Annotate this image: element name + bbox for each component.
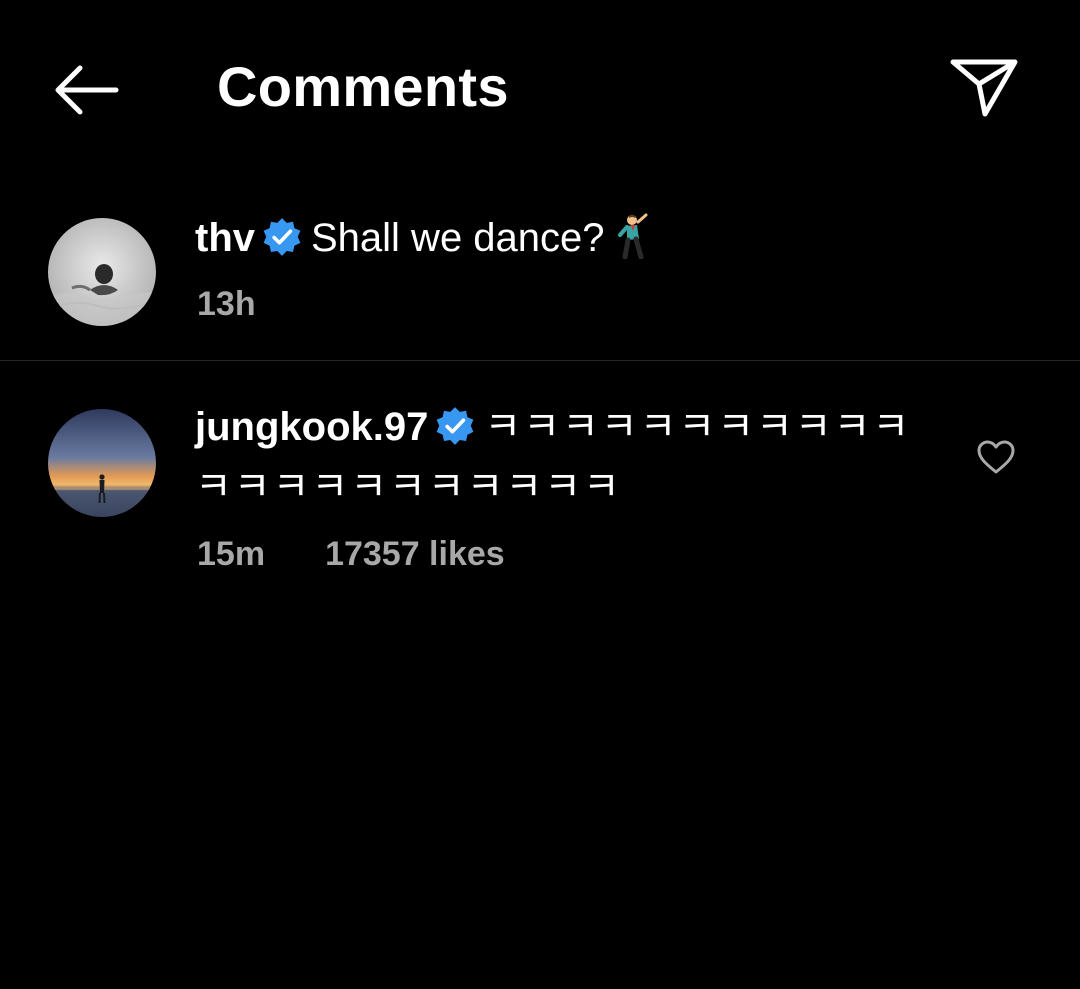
comment-time: 15m [197,535,266,573]
paper-plane-icon [950,59,1018,117]
comment-text-line-2: ㅋㅋㅋㅋㅋㅋㅋㅋㅋㅋㅋ [195,465,622,509]
caption-username[interactable]: thv [195,216,255,260]
caption-time: 13h [197,285,256,323]
caption-meta: 13h [197,282,256,326]
divider [0,360,1080,361]
comment-row: jungkook.97 ㅋㅋㅋㅋㅋㅋㅋㅋㅋㅋㅋ ㅋㅋㅋㅋㅋㅋㅋㅋㅋㅋㅋ 15m 1… [0,385,1080,605]
caption-row: thv Shall we dance? 13h [0,190,1080,360]
avatar[interactable] [48,218,156,326]
comment-line-2: ㅋㅋㅋㅋㅋㅋㅋㅋㅋㅋㅋ [195,461,622,513]
profile-photo-swimmer [48,218,156,326]
comment-username[interactable]: jungkook.97 [195,405,428,449]
caption-line: thv Shall we dance? [195,212,651,264]
avatar[interactable] [48,409,156,517]
comment-text-line-1: ㅋㅋㅋㅋㅋㅋㅋㅋㅋㅋㅋ [484,405,912,449]
page-title: Comments [217,55,509,118]
arrow-left-icon [55,65,119,115]
man-dancing-emoji [617,213,648,260]
caption-text: Shall we dance? [311,216,605,260]
back-button[interactable] [40,55,130,125]
profile-photo-sunset [48,409,156,517]
comment-meta: 15m 17357 likes [197,532,505,576]
share-button[interactable] [940,48,1028,126]
comment-line-1: jungkook.97 ㅋㅋㅋㅋㅋㅋㅋㅋㅋㅋㅋ [195,401,911,453]
heart-outline-icon [977,440,1015,474]
likes-count[interactable]: 17357 likes [325,532,505,576]
top-bar: Comments [0,0,1080,175]
like-button[interactable] [970,435,1022,479]
verified-badge-icon [263,218,301,257]
verified-badge-icon [437,407,474,446]
